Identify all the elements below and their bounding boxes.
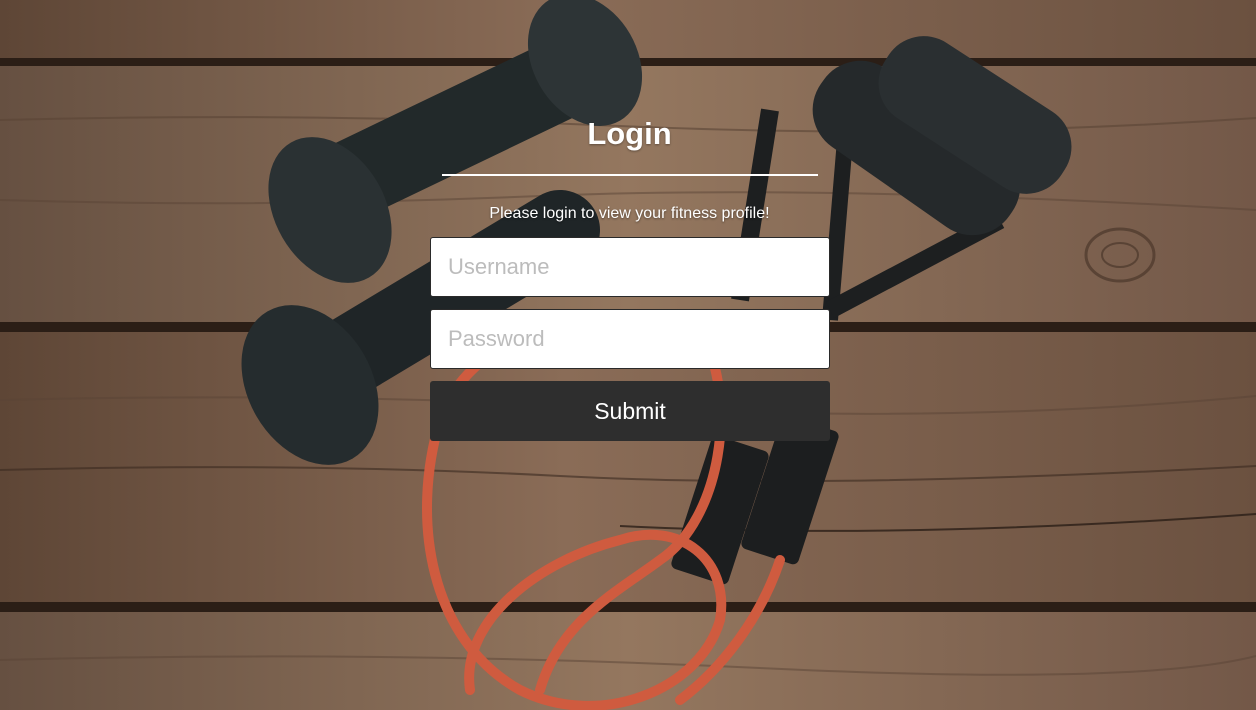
login-subtitle: Please login to view your fitness profil… — [489, 205, 770, 222]
login-page: Login Please login to view your fitness … — [0, 0, 1256, 710]
submit-button[interactable]: Submit — [430, 381, 830, 441]
login-form: Login Please login to view your fitness … — [0, 0, 1256, 710]
title-divider — [442, 174, 818, 176]
password-input[interactable] — [430, 309, 830, 369]
login-title: Login — [587, 116, 672, 151]
username-input[interactable] — [430, 237, 830, 297]
